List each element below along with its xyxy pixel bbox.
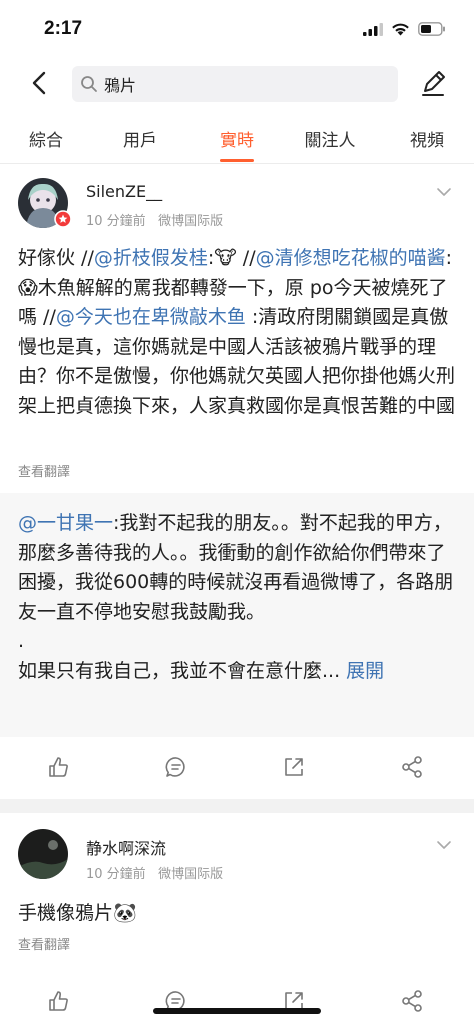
back-button[interactable] [22,66,56,100]
post-time: 10 分鐘前 [86,867,146,882]
mention-link[interactable]: @折枝假发桂 [94,247,208,269]
comment-button[interactable] [162,753,190,781]
comment-icon [165,757,185,777]
action-bar [0,971,474,1024]
search-bar: 鴉片 [0,56,474,112]
post-text-part: :🐮 // [207,247,256,269]
avatar[interactable] [18,829,68,879]
battery-icon [418,22,445,36]
share-button[interactable] [280,753,308,781]
tab-comprehensive[interactable]: 綜合 [6,126,86,151]
status-bar: 2:17 [0,0,474,56]
translate-link[interactable]: 查看翻譯 [18,461,70,480]
username[interactable]: 静水啊深流 [86,835,166,859]
share-icon [285,758,303,776]
post-meta: 10 分鐘前 微博国际版 [86,210,223,229]
home-indicator[interactable] [153,1008,321,1014]
like-icon [49,757,68,777]
post-text: 手機像鴉片🐼 [18,902,137,924]
forward-button[interactable] [398,987,426,1015]
like-icon [49,991,68,1011]
post-text-part: 好傢伙 // [18,247,94,269]
post-card: 静水啊深流 10 分鐘前 微博国际版 手機像鴉片🐼 查看翻譯 [0,813,474,1024]
repost-text: @一甘果一:我對不起我的朋友。。對不起我的甲方，那麼多善待我的人。。我衝動的創作… [18,509,458,686]
action-bar [0,737,474,797]
search-tabs: 綜合 用戶 實時 關注人 視頻 [0,112,474,164]
post-source: 微博国际版 [158,867,224,882]
post-text: 好傢伙 //@折枝假发桂:🐮 //@清修想吃花椒的喵酱:😱木魚解解的罵我都轉發一… [18,244,458,421]
active-tab-indicator [220,159,254,162]
repost-dot: . [18,630,25,652]
status-icons [363,21,446,37]
signal-icon [363,22,383,36]
forward-icon [402,990,422,1012]
forward-icon [402,756,422,778]
search-icon [81,76,97,92]
expand-link[interactable]: 展開 [346,660,384,682]
search-input[interactable]: 鴉片 [72,66,398,102]
like-button[interactable] [44,753,72,781]
verified-badge-icon [54,210,72,228]
tab-realtime[interactable]: 實時 [197,126,277,151]
wifi-icon [392,23,409,36]
tab-videos[interactable]: 視頻 [387,126,467,151]
weibo-search-page: 2:17 鴉片 綜合 用戶 實時 關注人 視頻 SilenZE__ 10 分鐘前… [0,0,474,1024]
repost-last-line: 如果只有我自己，我並不會在意什麼... [18,659,341,682]
post-card: SilenZE__ 10 分鐘前 微博国际版 好傢伙 //@折枝假发桂:🐮 //… [0,164,474,799]
status-time: 2:17 [44,18,83,39]
chevron-down-icon[interactable] [436,184,452,200]
post-meta: 10 分鐘前 微博国际版 [86,863,223,882]
mention-link[interactable]: @今天也在卑微敲木鱼 [56,306,246,328]
like-button[interactable] [44,987,72,1015]
chevron-down-icon[interactable] [436,837,452,853]
post-time: 10 分鐘前 [86,214,146,229]
tab-following[interactable]: 關注人 [290,126,370,151]
post-separator [0,799,474,813]
forward-button[interactable] [398,753,426,781]
compose-button[interactable] [416,66,450,100]
tab-users[interactable]: 用戶 [100,126,180,151]
post-source: 微博国际版 [158,214,224,229]
username[interactable]: SilenZE__ [86,182,162,201]
compose-icon [422,71,445,96]
back-chevron-icon [32,71,46,95]
mention-link[interactable]: @清修想吃花椒的喵酱 [256,247,446,269]
search-query: 鴉片 [104,76,137,95]
translate-link[interactable]: 查看翻譯 [18,934,70,953]
repost-card[interactable]: @一甘果一:我對不起我的朋友。。對不起我的甲方，那麼多善待我的人。。我衝動的創作… [0,493,474,737]
mention-link[interactable]: @一甘果一 [18,512,113,534]
